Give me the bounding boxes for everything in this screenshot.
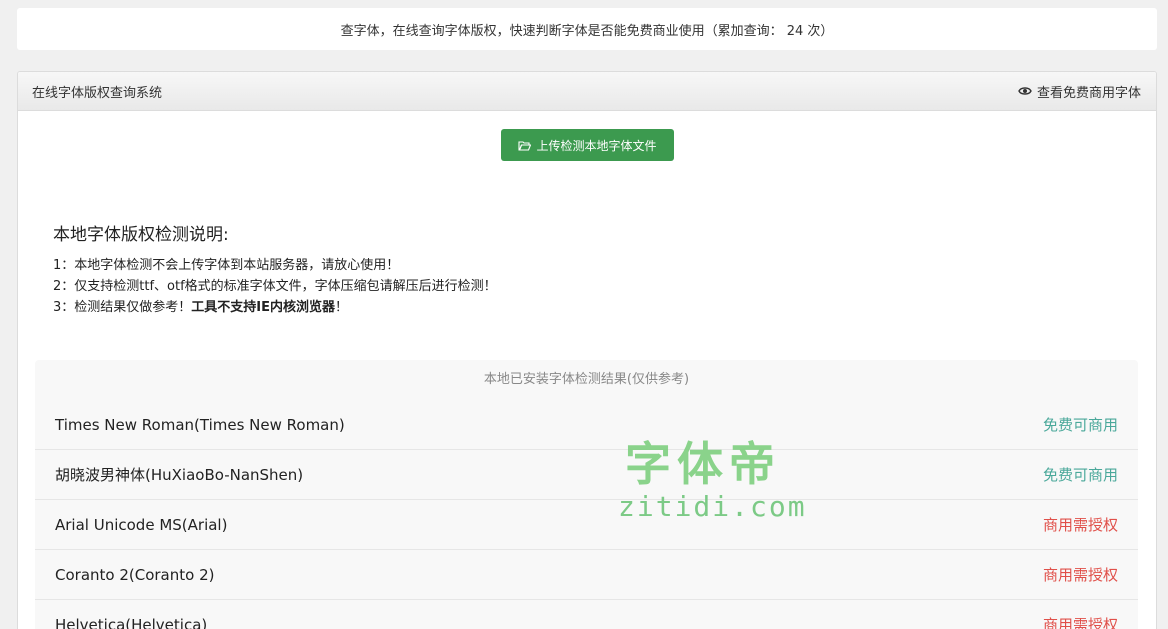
ie-warning: 工具不支持IE内核浏览器 — [191, 300, 335, 315]
instruction-line-3-suffix: ！ — [335, 300, 349, 315]
folder-open-icon — [518, 140, 532, 151]
instruction-line-2: 2：仅支持检测ttf、otf格式的标准字体文件，字体压缩包请解压后进行检测！ — [53, 279, 497, 294]
font-name: Helvetica(Helvetica) — [55, 615, 208, 629]
panel-header: 在线字体版权查询系统 查看免费商用字体 — [18, 72, 1156, 111]
instruction-line-1: 1：本地字体检测不会上传字体到本站服务器，请放心使用！ — [53, 258, 400, 273]
result-row: 胡晓波男神体(HuXiaoBo-NanShen) 免费可商用 — [35, 450, 1138, 500]
instruction-line-3-prefix: 3：检测结果仅做参考！ — [53, 300, 192, 315]
result-row: Coranto 2(Coranto 2) 商用需授权 — [35, 550, 1138, 600]
instruction-line-3: 3：检测结果仅做参考！工具不支持IE内核浏览器！ — [53, 297, 497, 318]
panel-title: 在线字体版权查询系统 — [32, 85, 163, 101]
license-status: 商用需授权 — [1042, 616, 1118, 629]
banner-text: 查字体，在线查询字体版权，快速判断字体是否能免费商业使用（累加查询： 24 次） — [340, 23, 834, 39]
detection-results: 本地已安装字体检测结果(仅供参考) Times New Roman(Times … — [35, 360, 1138, 629]
font-name: Coranto 2(Coranto 2) — [55, 565, 215, 584]
result-row: Arial Unicode MS(Arial) 商用需授权 — [35, 500, 1138, 550]
upload-font-button[interactable]: 上传检测本地字体文件 — [501, 129, 674, 161]
result-row: Helvetica(Helvetica) 商用需授权 — [35, 600, 1138, 629]
result-row: Times New Roman(Times New Roman) 免费可商用 — [35, 400, 1138, 450]
license-status: 免费可商用 — [1042, 416, 1118, 434]
view-free-fonts-link[interactable]: 查看免费商用字体 — [1018, 82, 1141, 101]
view-free-fonts-label: 查看免费商用字体 — [1036, 85, 1141, 101]
upload-button-label: 上传检测本地字体文件 — [536, 138, 657, 153]
top-banner: 查字体，在线查询字体版权，快速判断字体是否能免费商业使用（累加查询： 24 次） — [17, 8, 1157, 50]
results-title: 本地已安装字体检测结果(仅供参考) — [483, 372, 690, 387]
instructions-heading: 本地字体版权检测说明: — [53, 225, 229, 245]
instructions: 本地字体版权检测说明: 1：本地字体检测不会上传字体到本站服务器，请放心使用！ … — [53, 220, 497, 318]
query-panel: 在线字体版权查询系统 查看免费商用字体 上传检测本地字体文件 本地字体版权检测说… — [17, 71, 1157, 629]
font-name: Arial Unicode MS(Arial) — [55, 515, 228, 534]
font-name: Times New Roman(Times New Roman) — [55, 415, 345, 434]
license-status: 免费可商用 — [1042, 466, 1118, 484]
font-name: 胡晓波男神体(HuXiaoBo-NanShen) — [55, 466, 304, 484]
license-status: 商用需授权 — [1042, 566, 1118, 584]
eye-icon — [1018, 87, 1032, 95]
license-status: 商用需授权 — [1042, 516, 1118, 534]
